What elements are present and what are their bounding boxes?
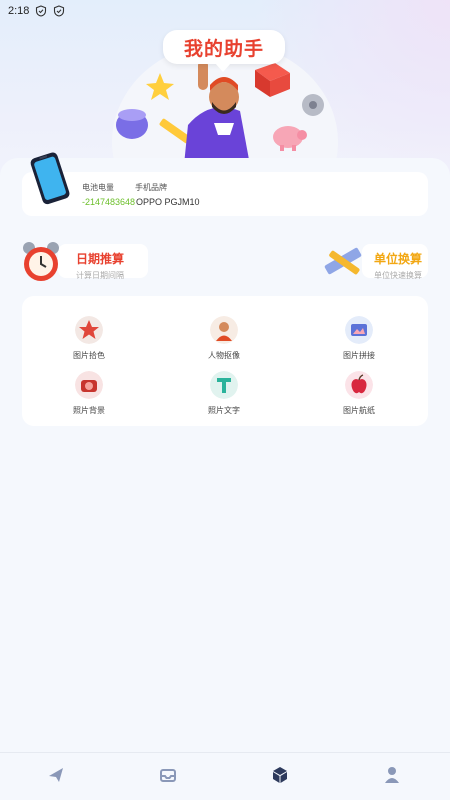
hero-title: 我的助手 (163, 30, 285, 72)
inbox-icon[interactable] (158, 765, 178, 785)
tool-cutout[interactable]: 人物抠像 (189, 316, 259, 361)
tool-label: 照片背景 (73, 406, 105, 415)
user-icon[interactable] (382, 765, 402, 785)
star-badge-icon (75, 316, 103, 344)
tool-collage[interactable]: 图片拼接 (324, 316, 394, 361)
unit-convert-box: 单位换算 单位快速换算 (362, 244, 428, 280)
bottom-nav (0, 752, 450, 800)
status-time: 2:18 (8, 5, 30, 17)
battery-info: 电池电量 -2147483648 (82, 182, 135, 207)
brand-info: 手机品牌 OPPO PGJM10 (135, 182, 200, 207)
tool-label: 图片拼接 (343, 351, 375, 360)
piggy-bank-icon (273, 126, 307, 151)
brand-label: 手机品牌 (135, 183, 167, 192)
tool-color-picker[interactable]: 图片拾色 (54, 316, 124, 361)
send-icon[interactable] (46, 765, 66, 785)
date-calc-box: 日期推算 计算日期间隔 (58, 244, 148, 280)
image-stack-icon (345, 316, 373, 344)
tool-label: 图片拾色 (73, 351, 105, 360)
battery-label: 电池电量 (82, 183, 114, 192)
person-figure (184, 60, 250, 165)
unit-convert-subtitle: 单位快速换算 (374, 271, 422, 280)
text-t-icon (210, 371, 238, 399)
battery-value: -2147483648 (82, 197, 136, 207)
tool-photo-wallpaper[interactable]: 图片航纸 (324, 371, 394, 416)
shield-icon (36, 5, 47, 17)
camera-icon (75, 371, 103, 399)
unit-convert-title: 单位换算 (374, 252, 423, 266)
tool-label: 照片文字 (208, 406, 240, 415)
tool-label: 人物抠像 (208, 351, 240, 360)
tool-photo-background[interactable]: 照片背景 (54, 371, 124, 416)
status-bar: 2:18 (0, 0, 450, 22)
date-calc-title: 日期推算 (76, 252, 125, 266)
paint-bucket-icon (116, 109, 148, 139)
ruler-pencil-icon (324, 247, 362, 275)
date-calc-subtitle: 计算日期间隔 (76, 271, 124, 280)
tool-photo-text[interactable]: 照片文字 (189, 371, 259, 416)
gear-icon (302, 94, 324, 116)
shield-check-icon (54, 5, 65, 17)
alarm-clock-icon (23, 242, 59, 281)
box-icon[interactable] (270, 765, 290, 785)
tool-label: 图片航纸 (343, 406, 375, 415)
phone-icon (30, 152, 70, 205)
apple-icon (345, 371, 373, 399)
star-icon (146, 73, 174, 100)
unit-convert-button[interactable]: 单位换算 单位快速换算 (320, 240, 430, 282)
cube-icon (255, 63, 290, 97)
brand-value: OPPO PGJM10 (136, 197, 200, 207)
date-calc-button[interactable]: 日期推算 计算日期间隔 (20, 240, 148, 282)
person-icon (210, 316, 238, 344)
